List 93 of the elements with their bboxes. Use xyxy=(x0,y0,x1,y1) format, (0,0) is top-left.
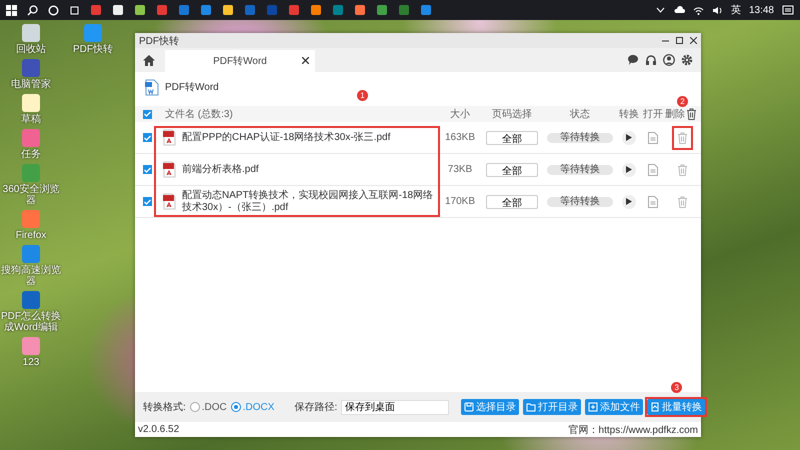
convert-button[interactable] xyxy=(622,194,636,208)
status-pill: 等待转换 xyxy=(547,164,613,174)
maximize-icon[interactable] xyxy=(676,37,683,44)
convert-button[interactable]: 批量转换 xyxy=(647,399,706,415)
version-label: v2.0.6.52 xyxy=(138,424,180,435)
document-icon xyxy=(650,402,660,412)
pdf-file-icon xyxy=(163,161,176,178)
plus-icon xyxy=(588,402,598,412)
number-badge: 1 xyxy=(357,90,368,101)
shortcut-icon[interactable] xyxy=(21,23,41,43)
number-badge: 3 xyxy=(671,382,682,393)
app-icon[interactable] xyxy=(134,4,146,16)
play-icon xyxy=(626,166,632,173)
notification-icon[interactable] xyxy=(782,4,794,16)
format-label: 转换格式: xyxy=(143,400,186,414)
speaker-icon[interactable] xyxy=(712,6,723,14)
format-radio[interactable]: .DOCX xyxy=(230,402,274,412)
word-file-icon xyxy=(145,78,159,96)
file-size: 170KB xyxy=(444,196,476,207)
close-icon[interactable] xyxy=(690,37,697,44)
search-icon[interactable] xyxy=(27,4,38,16)
format-radio[interactable]: .DOC xyxy=(190,402,227,412)
column-header: 页码选择 xyxy=(491,108,533,121)
pdf-file-icon xyxy=(163,193,176,210)
file-name: 配置动态NAPT转换技术，实现校园网接入互联网-18网络技术30x）-（张三）.pdf xyxy=(182,190,434,214)
pdf-file-icon xyxy=(163,129,176,146)
shortcut-icon[interactable] xyxy=(21,93,41,113)
chat-bubble-icon[interactable] xyxy=(627,54,639,66)
column-header: 删除 xyxy=(665,108,685,121)
highlight-frame xyxy=(645,397,708,417)
file-size: 163KB xyxy=(444,132,476,143)
tab[interactable]: PDF转Word xyxy=(165,50,315,72)
clock-time[interactable]: 13:48 xyxy=(748,4,774,16)
circle-icon[interactable] xyxy=(48,4,59,16)
shortcut-label[interactable]: 电脑管家 xyxy=(1,79,61,90)
app-icon[interactable] xyxy=(354,4,366,16)
checkbox[interactable] xyxy=(143,133,152,142)
file-size: 73KB xyxy=(446,164,474,175)
convert-button[interactable] xyxy=(622,162,636,176)
play-icon xyxy=(626,134,632,141)
folder-button[interactable]: 打开目录 xyxy=(523,399,582,415)
user-icon[interactable] xyxy=(663,54,675,66)
task-view-icon[interactable] xyxy=(69,4,80,16)
page-range-button[interactable]: 全部 xyxy=(486,130,538,144)
save-icon xyxy=(464,402,474,412)
status-pill: 等待转换 xyxy=(547,132,613,142)
website-link[interactable]: 官网：https://www.pdfkz.com xyxy=(568,422,698,436)
column-header: 大小 xyxy=(449,108,471,121)
highlight-frame xyxy=(672,126,692,150)
chevron-icon[interactable] xyxy=(656,7,665,13)
add-button[interactable]: 添加文件 xyxy=(585,399,644,415)
cloud-icon[interactable] xyxy=(672,6,685,14)
shortcut-label[interactable]: 搜狗高速浏览器 xyxy=(1,265,61,287)
folder-icon xyxy=(526,402,536,412)
trash-icon[interactable] xyxy=(686,108,697,120)
close-icon[interactable] xyxy=(302,57,309,64)
play-icon xyxy=(626,198,632,205)
window-title: PDF快转 xyxy=(139,34,179,48)
number-badge: 2 xyxy=(677,96,688,106)
input-method-label[interactable]: 英 xyxy=(730,3,741,17)
shortcut-label[interactable]: PDF快转 xyxy=(63,44,123,55)
save-path-label: 保存路径: xyxy=(294,401,338,414)
shortcut-label[interactable]: 任务 xyxy=(1,149,61,160)
shortcut-label[interactable]: Firefox xyxy=(1,230,61,241)
app-icon[interactable] xyxy=(310,4,322,16)
windows-logo-icon[interactable] xyxy=(6,4,17,16)
column-header: 转换 xyxy=(618,108,640,121)
convert-button[interactable] xyxy=(622,130,636,144)
shortcut-label[interactable]: 回收站 xyxy=(1,44,61,55)
app-icon[interactable] xyxy=(222,4,234,16)
checkbox[interactable] xyxy=(143,197,152,206)
column-header: 文件名 (总数:3) xyxy=(164,108,234,121)
page-range-button[interactable]: 全部 xyxy=(486,162,538,176)
save-button[interactable]: 选择目录 xyxy=(461,399,520,415)
headset-icon[interactable] xyxy=(645,54,657,66)
column-header: 打开 xyxy=(642,108,664,121)
wifi-icon[interactable] xyxy=(692,6,704,14)
file-name: 前端分析表格.pdf xyxy=(182,164,259,176)
home-icon[interactable] xyxy=(143,54,155,66)
status-pill: 等待转换 xyxy=(547,196,613,206)
shortcut-label[interactable]: 360安全浏览器 xyxy=(1,184,61,206)
page-title: PDF转Word xyxy=(165,81,219,94)
page-range-button[interactable]: 全部 xyxy=(486,194,538,208)
column-header: 状态 xyxy=(569,108,591,121)
save-path-field[interactable]: 保存到桌面 xyxy=(341,400,450,414)
app-icon[interactable] xyxy=(112,4,124,16)
settings-icon[interactable] xyxy=(681,54,693,66)
shortcut-label[interactable]: 草稿 xyxy=(1,114,61,125)
shortcut-label[interactable]: PDF怎么转换成Word编辑 xyxy=(1,311,61,333)
shortcut-label[interactable]: 123 xyxy=(1,357,61,368)
checkbox[interactable] xyxy=(143,165,152,174)
checkbox[interactable] xyxy=(143,110,152,118)
file-name: 配置PPP的CHAP认证-18网络技术30x-张三.pdf xyxy=(182,132,390,144)
